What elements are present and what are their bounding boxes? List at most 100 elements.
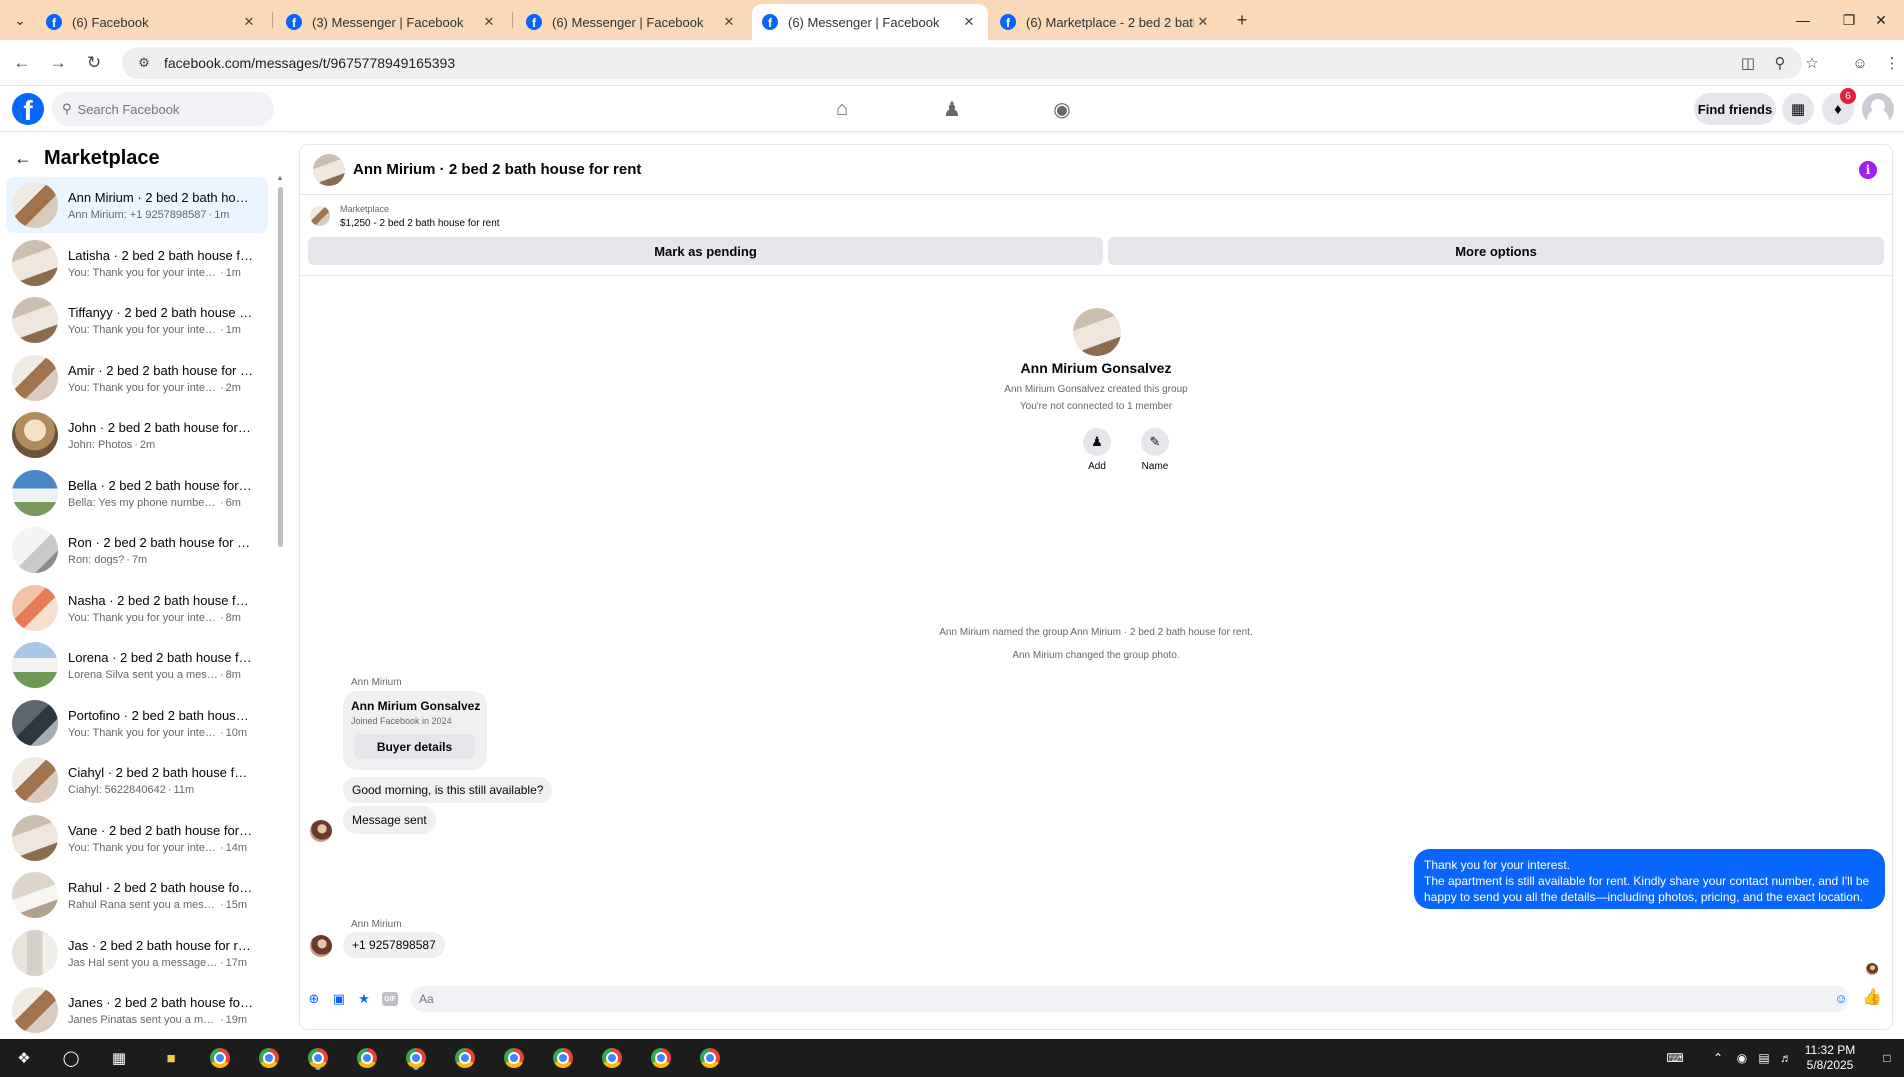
my-message-bubble[interactable]: Thank you for your interest. The apartme…: [1414, 849, 1885, 909]
like-thumb-icon[interactable]: 👍: [1862, 988, 1882, 1006]
home-icon[interactable]: ⌂: [827, 95, 857, 123]
forward-arrow-icon[interactable]: →: [46, 51, 70, 75]
listing-price-title[interactable]: $1,250 - 2 bed 2 bath house for rent: [340, 218, 500, 229]
network-icon[interactable]: ▤: [1755, 1049, 1773, 1067]
back-arrow-icon[interactable]: ←: [10, 51, 34, 75]
notification-center-icon[interactable]: □: [1878, 1049, 1896, 1067]
reload-icon[interactable]: ↻: [82, 51, 106, 75]
listing-thumbnail[interactable]: [310, 206, 330, 226]
install-app-icon[interactable]: ◫: [1736, 51, 1760, 75]
more-options-button[interactable]: More options: [1108, 237, 1884, 265]
sticker-icon[interactable]: ★: [355, 990, 373, 1008]
conversation-item[interactable]: Ron · 2 bed 2 bath house for rent Ron: do…: [6, 522, 268, 578]
tab-close-icon[interactable]: ✕: [480, 14, 498, 30]
facebook-logo-icon[interactable]: f: [12, 93, 44, 125]
sidebar-scrollbar[interactable]: ▲ ▼: [276, 175, 284, 1030]
close-window-icon[interactable]: ✕: [1858, 0, 1904, 40]
conversation-item[interactable]: Nasha · 2 bed 2 bath house for ... You: T…: [6, 580, 268, 636]
browser-tab[interactable]: f (3) Messenger | Facebook ✕: [276, 4, 508, 40]
minimize-icon[interactable]: —: [1780, 0, 1826, 40]
add-person-icon[interactable]: ♟: [1083, 428, 1111, 456]
chrome-taskbar-icon[interactable]: [210, 1048, 230, 1068]
address-bar[interactable]: ⚙ facebook.com/messages/t/96757789491653…: [122, 47, 1802, 79]
gif-icon[interactable]: GIF: [382, 992, 398, 1006]
tab-search-chevron-icon[interactable]: ⌄: [8, 8, 32, 32]
new-tab-button[interactable]: +: [1230, 8, 1254, 32]
windows-start-icon[interactable]: ❖: [12, 1046, 36, 1070]
conversation-item[interactable]: Jas · 2 bed 2 bath house for rent Jas Hal…: [6, 925, 268, 981]
group-avatar[interactable]: [1073, 308, 1121, 356]
browser-profile-icon[interactable]: ☺: [1848, 51, 1872, 75]
chrome-taskbar-icon[interactable]: [357, 1048, 377, 1068]
cortana-search-icon[interactable]: ◯: [59, 1046, 83, 1070]
zoom-icon[interactable]: ⚲: [1768, 51, 1792, 75]
browser-menu-icon[interactable]: ⋮: [1880, 51, 1904, 75]
composer-field[interactable]: [411, 986, 1849, 1012]
message-input[interactable]: [411, 986, 1849, 1012]
friends-icon[interactable]: ♟: [937, 95, 967, 123]
mark-as-pending-button[interactable]: Mark as pending: [308, 237, 1103, 265]
message-bubble[interactable]: Good morning, is this still available?: [343, 777, 553, 803]
taskbar-clock[interactable]: 11:32 PM 5/8/2025: [1800, 1043, 1860, 1073]
plus-circle-icon[interactable]: ⊕: [305, 990, 323, 1008]
photo-icon[interactable]: ▣: [330, 990, 348, 1008]
group-avatar-small[interactable]: [313, 153, 345, 186]
volume-icon[interactable]: ♬: [1777, 1049, 1795, 1067]
site-settings-icon[interactable]: ⚙: [130, 55, 158, 71]
conversation-item[interactable]: Lorena · 2 bed 2 bath house for ... Loren…: [6, 637, 268, 693]
file-explorer-icon[interactable]: ■: [159, 1046, 183, 1070]
conversation-item[interactable]: Rahul · 2 bed 2 bath house for r... Rahul…: [6, 867, 268, 923]
conversation-item[interactable]: John · 2 bed 2 bath house for re... John:…: [6, 407, 268, 463]
sender-avatar[interactable]: [310, 935, 332, 957]
browser-tab[interactable]: f (6) Marketplace - 2 bed 2 bath ✕: [990, 4, 1222, 40]
conversation-item[interactable]: Bella · 2 bed 2 bath house for re... Bell…: [6, 465, 268, 521]
sender-avatar[interactable]: [310, 820, 332, 842]
tab-close-icon[interactable]: ✕: [1194, 14, 1212, 30]
conversation-item[interactable]: Tiffanyy · 2 bed 2 bath house fo... You: …: [6, 292, 268, 348]
profile-avatar[interactable]: [1862, 93, 1894, 125]
tab-close-icon[interactable]: ✕: [240, 14, 258, 30]
conversation-item[interactable]: Ann Mirium · 2 bed 2 bath hous... Ann Mir…: [6, 177, 268, 233]
chrome-taskbar-icon[interactable]: [651, 1048, 671, 1068]
find-friends-button[interactable]: Find friends: [1694, 93, 1776, 125]
chrome-taskbar-icon[interactable]: [602, 1048, 622, 1068]
bookmark-star-icon[interactable]: ☆: [1800, 51, 1824, 75]
tab-close-icon[interactable]: ✕: [960, 14, 978, 30]
tray-chevron-icon[interactable]: ⌃: [1709, 1049, 1727, 1067]
browser-tab-active[interactable]: f (6) Messenger | Facebook ✕: [752, 4, 988, 40]
meet-icon[interactable]: ◉: [1733, 1049, 1751, 1067]
search-input[interactable]: [77, 101, 248, 117]
pencil-icon[interactable]: ✎: [1141, 428, 1169, 456]
groups-icon[interactable]: ◉: [1047, 95, 1077, 123]
chrome-taskbar-icon[interactable]: [700, 1048, 720, 1068]
info-icon[interactable]: i: [1859, 161, 1877, 179]
buyer-details-button[interactable]: Buyer details: [354, 734, 475, 759]
tab-close-icon[interactable]: ✕: [720, 14, 738, 30]
back-arrow-icon[interactable]: ←: [14, 148, 32, 169]
chat-title[interactable]: Ann Mirium · 2 bed 2 bath house for rent: [353, 161, 641, 178]
keyboard-icon[interactable]: ⌨: [1666, 1049, 1684, 1067]
chrome-taskbar-icon[interactable]: [259, 1048, 279, 1068]
conversation-item[interactable]: Janes · 2 bed 2 bath house for r... Janes…: [6, 982, 268, 1038]
chrome-taskbar-icon[interactable]: [504, 1048, 524, 1068]
conversation-item[interactable]: Ciahyl · 2 bed 2 bath house for ... Ciahy…: [6, 752, 268, 808]
scrollbar-thumb[interactable]: [278, 187, 283, 547]
message-bubble[interactable]: Message sent: [343, 806, 436, 834]
name-group-action[interactable]: ✎ Name: [1125, 428, 1185, 472]
chrome-taskbar-icon[interactable]: [308, 1048, 328, 1068]
url-text[interactable]: facebook.com/messages/t/9675778949165393: [164, 55, 455, 71]
browser-tab[interactable]: f (6) Facebook ✕: [36, 4, 268, 40]
chrome-taskbar-icon[interactable]: [553, 1048, 573, 1068]
conversation-item[interactable]: Portofino · 2 bed 2 bath house f... You: …: [6, 695, 268, 751]
message-bubble[interactable]: +1 9257898587: [343, 932, 445, 958]
emoji-icon[interactable]: ☺: [1832, 989, 1850, 1007]
chrome-taskbar-icon[interactable]: [455, 1048, 475, 1068]
conversation-item[interactable]: Latisha · 2 bed 2 bath house for... You: …: [6, 235, 268, 291]
conversation-item[interactable]: Amir · 2 bed 2 bath house for re... You: …: [6, 350, 268, 406]
browser-tab[interactable]: f (6) Messenger | Facebook ✕: [516, 4, 748, 40]
conversation-item[interactable]: Vane · 2 bed 2 bath house for r... You: T…: [6, 810, 268, 866]
task-view-icon[interactable]: ▦: [107, 1046, 131, 1070]
facebook-search-box[interactable]: ⚲: [52, 92, 274, 126]
chrome-taskbar-icon[interactable]: [406, 1048, 426, 1068]
scroll-up-icon[interactable]: ▲: [276, 175, 284, 182]
